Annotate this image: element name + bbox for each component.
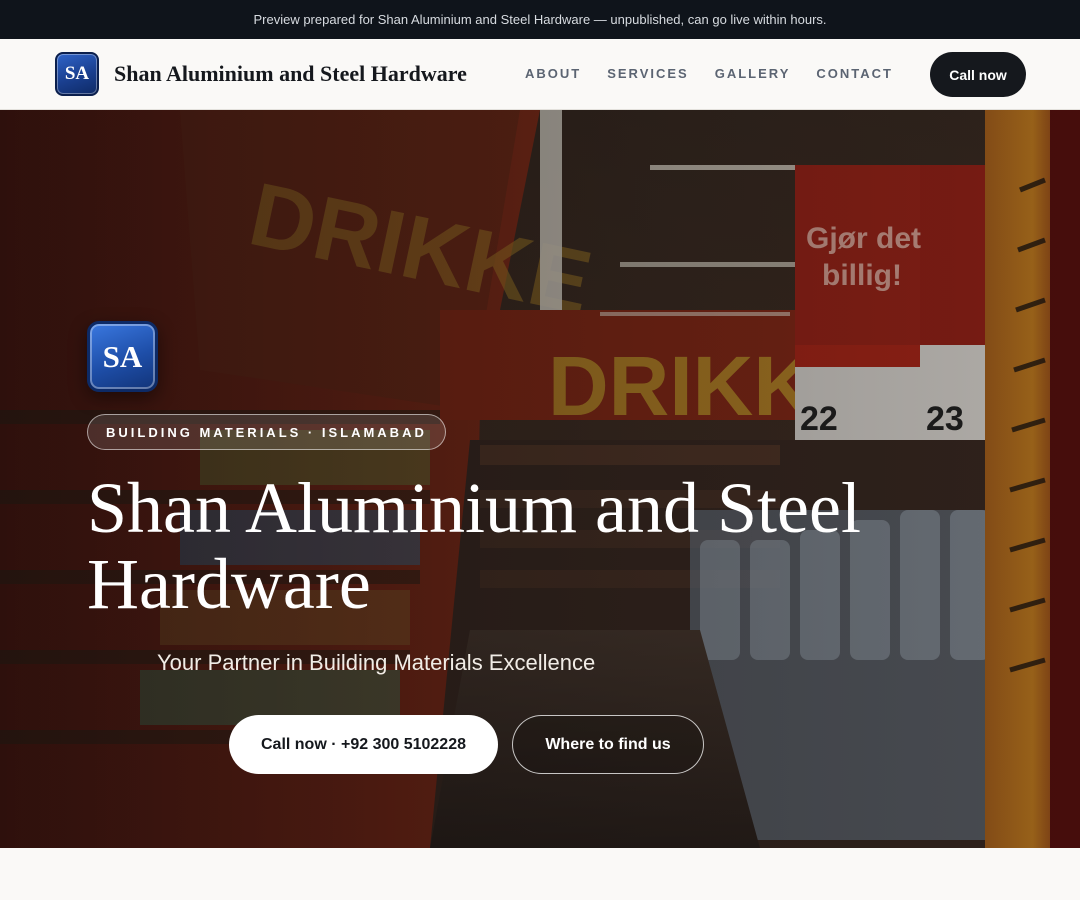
brand-logo[interactable]: SA [55,52,99,96]
hero-subtitle: Your Partner in Building Materials Excel… [157,650,596,675]
hero-location-button[interactable]: Where to find us [512,715,704,774]
hero-logo-initials: SA [102,338,143,374]
hero-call-button[interactable]: Call now · +92 300 5102228 [229,715,498,774]
header-call-button[interactable]: Call now [930,52,1026,97]
main-nav: ABOUT SERVICES GALLERY CONTACT [525,66,893,81]
nav-link-services[interactable]: SERVICES [607,66,689,81]
nav-link-about[interactable]: ABOUT [525,66,581,81]
brand-logo-initials: SA [64,63,90,84]
site-header: SA Shan Aluminium and Steel Hardware ABO… [0,39,1080,110]
preview-banner-text: Preview prepared for Shan Aluminium and … [253,12,827,27]
hero-title: Shan Aluminium and Steel Hardware [87,468,861,624]
nav-link-gallery[interactable]: GALLERY [715,66,791,81]
hero-logo: SA [87,321,158,392]
brand-name[interactable]: Shan Aluminium and Steel Hardware [114,61,467,87]
hero-eyebrow-badge: BUILDING MATERIALS · ISLAMABAD [87,414,446,450]
nav-link-contact[interactable]: CONTACT [816,66,893,81]
hero-section: DRIKKE DRIKK Gjør det billig! 22 23 [0,110,1080,848]
preview-banner: Preview prepared for Shan Aluminium and … [0,0,1080,39]
